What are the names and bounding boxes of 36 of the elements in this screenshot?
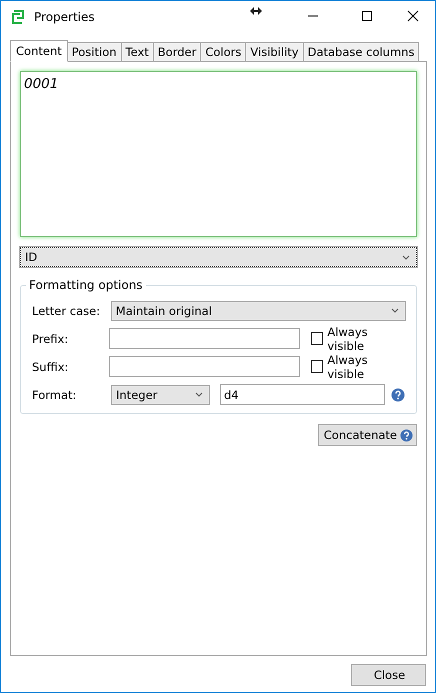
concatenate-button[interactable]: Concatenate: [318, 424, 417, 446]
checkbox-label: Always visible: [327, 352, 369, 380]
checkbox[interactable]: [310, 360, 324, 373]
field-label: Format:: [32, 388, 78, 402]
group-title: Formatting options: [26, 278, 146, 292]
input-field[interactable]: [109, 356, 300, 377]
field-dropdown[interactable]: ID: [20, 247, 417, 267]
close-button[interactable]: Close: [351, 664, 426, 686]
help-icon[interactable]: [391, 388, 405, 402]
tab[interactable]: Position: [66, 42, 122, 61]
chevron-icon: [402, 254, 410, 260]
tab[interactable]: Text: [120, 42, 154, 61]
app-logo-icon: [11, 9, 27, 25]
field-label: Prefix:: [32, 332, 70, 346]
format-input-field[interactable]: d4: [220, 384, 385, 405]
field-label: Suffix:: [32, 360, 70, 374]
resize-arrow-icon: [250, 7, 262, 15]
field-label: Letter case:: [32, 304, 102, 318]
tab[interactable]: Content: [10, 40, 68, 62]
checkbox[interactable]: [310, 332, 324, 345]
content-text: 0001: [24, 76, 58, 92]
tab[interactable]: Visibility: [245, 42, 304, 61]
chevron-icon: [391, 308, 399, 313]
close-icon[interactable]: [407, 10, 419, 22]
input-field[interactable]: [109, 328, 300, 349]
content-text-area[interactable]: 0001: [20, 71, 417, 237]
tab[interactable]: Border: [152, 42, 202, 61]
format-type-dropdown[interactable]: Integer: [111, 384, 210, 404]
tab[interactable]: Database columns: [302, 42, 420, 61]
chevron-icon: [195, 392, 203, 397]
letter-case-dropdown[interactable]: Maintain original: [110, 300, 406, 320]
window-title: Properties: [34, 10, 95, 24]
maximize-icon[interactable]: [361, 10, 373, 22]
help-icon: [400, 428, 413, 442]
checkbox-label: Always visible: [327, 324, 369, 352]
tab[interactable]: Colors: [200, 42, 246, 61]
